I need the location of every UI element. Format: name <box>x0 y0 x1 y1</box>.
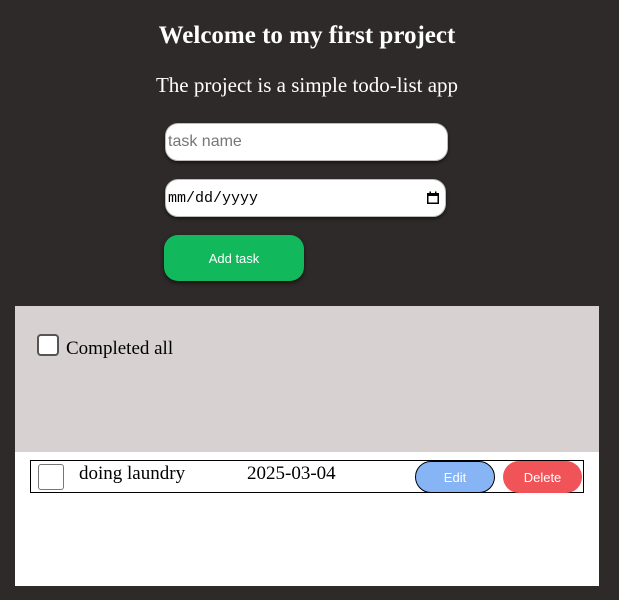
edit-button[interactable]: Edit <box>415 461 495 493</box>
task-name-input[interactable] <box>165 123 448 161</box>
task-date: 2025-03-04 <box>247 463 336 484</box>
add-task-button[interactable]: Add task <box>164 235 304 281</box>
date-placeholder: mm/dd/yyyy <box>168 189 259 207</box>
task-date-input[interactable]: mm/dd/yyyy <box>165 179 446 217</box>
task-row: doing laundry 2025-03-04 Edit Delete <box>30 460 584 493</box>
delete-button[interactable]: Delete <box>503 461 582 493</box>
page-subtitle: The project is a simple todo-list app <box>155 73 459 97</box>
task-name: doing laundry <box>79 463 186 484</box>
calendar-icon[interactable] <box>426 191 440 205</box>
task-checkbox[interactable] <box>38 464 64 490</box>
page: Welcome to my first project The project … <box>0 0 619 600</box>
completed-all-label: Completed all <box>66 338 174 359</box>
completed-all-checkbox[interactable] <box>37 334 59 356</box>
task-list: doing laundry 2025-03-04 Edit Delete <box>15 452 599 586</box>
completed-panel: Completed all <box>15 306 599 452</box>
page-title: Welcome to my first project <box>158 22 456 49</box>
